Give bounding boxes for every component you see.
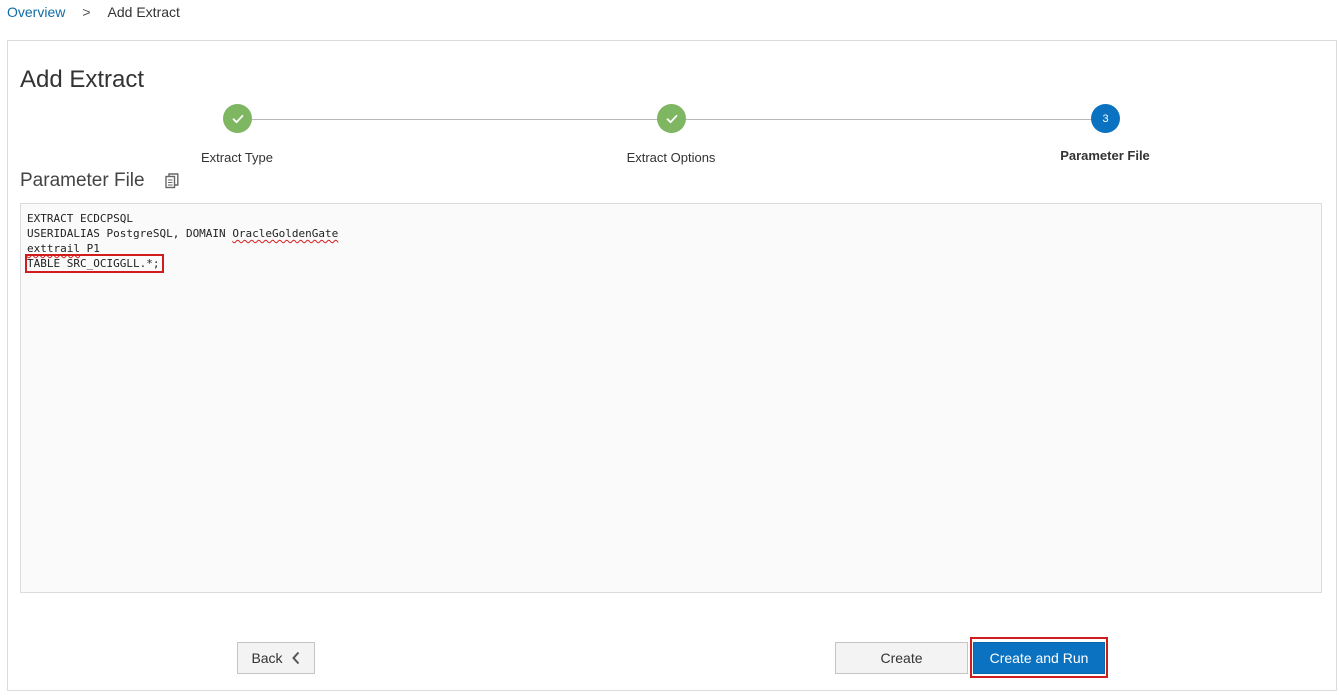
spelling-flag-domain: OracleGoldenGate xyxy=(232,227,339,240)
breadcrumb-current: Add Extract xyxy=(107,4,180,20)
step-3-active-indicator: 3 xyxy=(1091,104,1120,133)
editor-line-4: TABLE SRC_OCIGGLL.*; xyxy=(24,254,1315,273)
page-title: Add Extract xyxy=(20,66,145,93)
step-3-label: Parameter File xyxy=(1060,148,1150,163)
stepper-connector-2 xyxy=(672,119,1093,120)
breadcrumb-overview-link[interactable]: Overview xyxy=(7,3,65,21)
step-2-label: Extract Options xyxy=(626,150,716,165)
parameter-file-heading: Parameter File xyxy=(20,170,179,192)
step-2-complete-indicator xyxy=(657,104,686,133)
chevron-left-icon xyxy=(291,651,299,665)
highlighted-table-line: TABLE SRC_OCIGGLL.*; xyxy=(24,254,165,273)
editor-line-3: exttrail P1 xyxy=(27,241,1315,256)
back-button-label: Back xyxy=(251,650,283,666)
create-and-run-button[interactable]: Create and Run xyxy=(973,642,1105,674)
editor-line-1: EXTRACT ECDCPSQL xyxy=(27,212,133,225)
add-extract-panel: Add Extract 3 Extract Type Extract Optio… xyxy=(7,40,1337,691)
breadcrumb: Overview > Add Extract xyxy=(7,3,180,21)
breadcrumb-separator: > xyxy=(82,4,91,20)
editor-line-3-text: P1 xyxy=(79,242,100,255)
parameter-file-title: Parameter File xyxy=(20,170,145,191)
editor-line-2: USERIDALIAS PostgreSQL, DOMAIN OracleGol… xyxy=(27,226,1315,241)
check-icon xyxy=(232,114,243,123)
back-button[interactable]: Back xyxy=(237,642,315,674)
spelling-flag-exttrail: exttrail xyxy=(27,242,80,255)
check-icon xyxy=(666,114,677,123)
parameter-file-editor[interactable]: EXTRACT ECDCPSQL USERIDALIAS PostgreSQL,… xyxy=(20,203,1322,593)
stepper-connector-1 xyxy=(237,119,658,120)
step-1-label: Extract Type xyxy=(200,150,273,165)
editor-line-2-text: USERIDALIAS PostgreSQL, DOMAIN xyxy=(27,227,233,240)
create-button[interactable]: Create xyxy=(835,642,968,674)
copy-icon[interactable] xyxy=(164,173,179,189)
step-1-complete-indicator xyxy=(223,104,252,133)
